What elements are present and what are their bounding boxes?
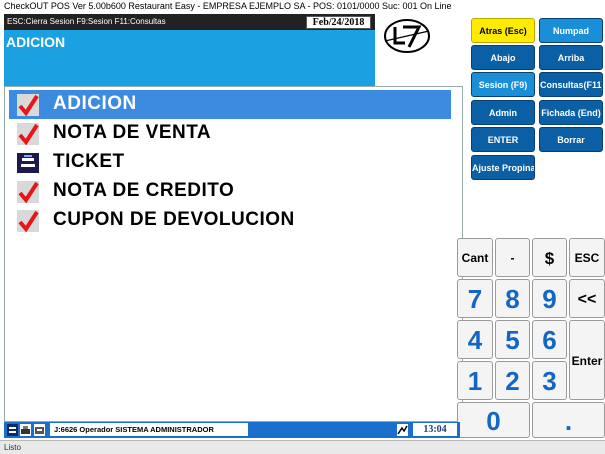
menu-item-label: TICKET <box>53 151 125 172</box>
key-5[interactable]: 5 <box>495 320 530 359</box>
window-title: CheckOUT POS Ver 5.00b600 Restaurant Eas… <box>0 0 605 13</box>
drawer-icon <box>34 424 45 436</box>
session-f9-button[interactable]: Sesion (F9) <box>471 72 535 97</box>
clock-in-end-button[interactable]: Fichada (End) <box>539 100 603 125</box>
key-3[interactable]: 3 <box>532 361 567 400</box>
menu-item-cupon-de-devolucion[interactable]: CUPON DE DEVOLUCION <box>9 206 451 235</box>
document-type-menu: ADICION NOTA DE VENTA TICKET NOTA DE CRE… <box>4 86 463 422</box>
key-enter[interactable]: Enter <box>569 320 605 400</box>
key-8[interactable]: 8 <box>495 279 530 318</box>
key-backspace[interactable]: << <box>569 279 605 318</box>
admin-button[interactable]: Admin <box>471 100 535 125</box>
signal-icon <box>397 424 408 436</box>
enter-button[interactable]: ENTER <box>471 127 535 152</box>
menu-item-nota-de-venta[interactable]: NOTA DE VENTA <box>9 119 451 148</box>
menu-item-label: NOTA DE VENTA <box>53 122 212 143</box>
numeric-keypad: Cant - $ ESC 7 8 9 << 4 5 6 Enter 1 2 3 … <box>457 238 605 438</box>
key-6[interactable]: 6 <box>532 320 567 359</box>
checkmark-icon <box>17 94 39 116</box>
queries-f11-button[interactable]: Consultas(F11) <box>539 72 603 97</box>
key-2[interactable]: 2 <box>495 361 530 400</box>
menu-item-ticket[interactable]: TICKET <box>9 148 451 177</box>
checkmark-icon <box>17 210 39 232</box>
key-9[interactable]: 9 <box>532 279 567 318</box>
menu-item-label: CUPON DE DEVOLUCION <box>53 209 295 230</box>
delete-button[interactable]: Borrar <box>539 127 603 152</box>
header-panel: ESC:Cierra Sesion F9:Sesion F11:Consulta… <box>4 14 375 86</box>
key-1[interactable]: 1 <box>457 361 493 400</box>
module-title: ADICION <box>6 34 66 50</box>
menu-item-label: ADICION <box>53 93 137 114</box>
company-logo <box>384 19 430 53</box>
key-dot[interactable]: . <box>532 402 605 438</box>
key-0[interactable]: 0 <box>457 402 530 438</box>
ticket-icon <box>17 153 39 173</box>
status-bar: J:6626 Operador SISTEMA ADMINISTRADOR 13… <box>4 422 460 438</box>
menu-item-adicion[interactable]: ADICION <box>9 90 451 119</box>
key-cant[interactable]: Cant <box>457 238 493 277</box>
bottom-status-text: Listo <box>0 440 605 454</box>
menu-item-nota-de-credito[interactable]: NOTA DE CREDITO <box>9 177 451 206</box>
numpad-button[interactable]: Numpad <box>539 18 603 43</box>
network-icon <box>7 424 18 436</box>
clock-display: 13:04 <box>413 423 457 436</box>
key-4[interactable]: 4 <box>457 320 493 359</box>
printer-icon <box>20 424 31 436</box>
key-dollar[interactable]: $ <box>532 238 567 277</box>
operator-info: J:6626 Operador SISTEMA ADMINISTRADOR <box>50 423 248 436</box>
checkmark-icon <box>17 123 39 145</box>
key-minus[interactable]: - <box>495 238 530 277</box>
down-button[interactable]: Abajo <box>471 45 535 70</box>
checkmark-icon <box>17 181 39 203</box>
date-display: Feb/24/2018 <box>306 16 371 29</box>
menu-item-label: NOTA DE CREDITO <box>53 180 235 201</box>
tip-adjust-button[interactable]: Ajuste Propina <box>471 155 535 180</box>
back-esc-button[interactable]: Atras (Esc) <box>471 18 535 43</box>
key-esc[interactable]: ESC <box>569 238 605 277</box>
up-button[interactable]: Arriba <box>539 45 603 70</box>
key-7[interactable]: 7 <box>457 279 493 318</box>
